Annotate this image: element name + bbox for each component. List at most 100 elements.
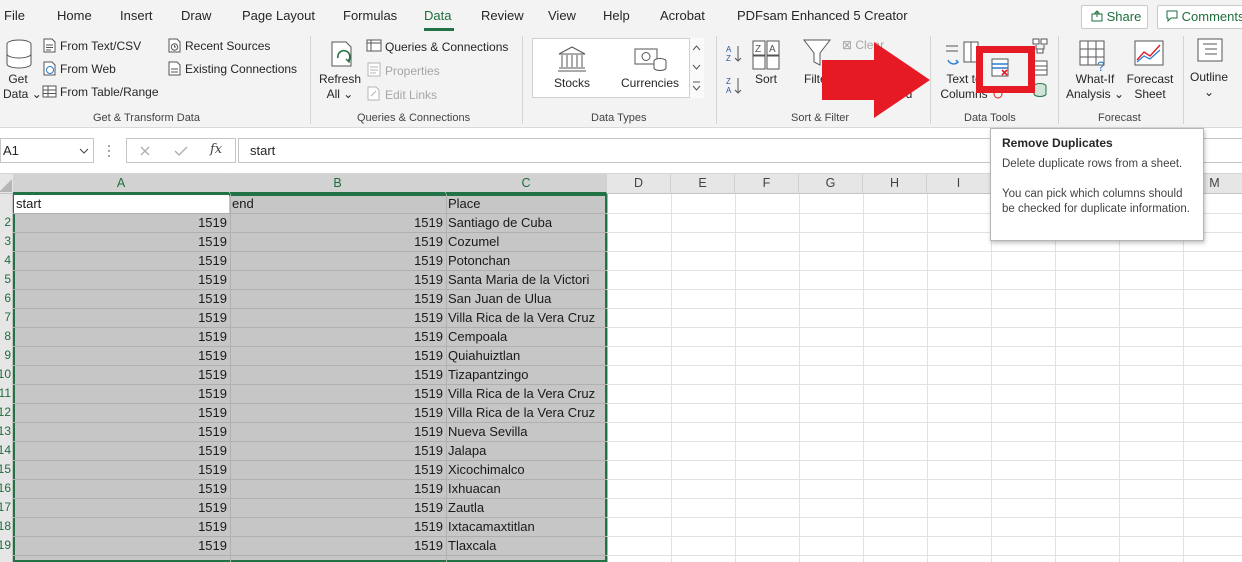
row-number[interactable]: 12	[0, 405, 11, 419]
cell-place[interactable]: Santa Maria de la Victori	[448, 270, 605, 289]
cell-start[interactable]: 1519	[16, 346, 227, 365]
cell-end[interactable]: 1519	[232, 327, 443, 346]
cell-place[interactable]: Cozumel	[448, 232, 605, 251]
tab-file[interactable]: File	[4, 8, 25, 23]
row-number[interactable]: 10	[0, 367, 11, 381]
cell-end[interactable]: 1519	[232, 232, 443, 251]
row-number[interactable]: 4	[4, 253, 11, 267]
cell-end[interactable]: 1519	[232, 536, 443, 555]
cell-start[interactable]: 1519	[16, 441, 227, 460]
insert-function-icon[interactable]: fx	[210, 142, 222, 157]
cell-end[interactable]: 1519	[232, 251, 443, 270]
edit-links-button[interactable]: Edit Links	[385, 88, 437, 102]
what-if-analysis-button[interactable]: What-If Analysis ⌄	[1066, 72, 1124, 102]
cell-start[interactable]: 1519	[16, 460, 227, 479]
name-box[interactable]: A1	[0, 138, 94, 163]
row-number[interactable]: 2	[4, 215, 11, 229]
cell-start[interactable]: 1519	[16, 536, 227, 555]
stocks-button[interactable]: Stocks	[548, 76, 596, 91]
tab-acrobat[interactable]: Acrobat	[660, 8, 705, 23]
cell-start[interactable]: 1519	[16, 213, 227, 232]
row-number[interactable]: 8	[4, 329, 11, 343]
column-header-a[interactable]: A	[13, 174, 230, 194]
worksheet-grid[interactable]: start end Place 1519 1519 Santiago de Cuba…	[13, 194, 1242, 562]
cell-end[interactable]: 1519	[232, 270, 443, 289]
tab-pdfsam[interactable]: PDFsam Enhanced 5 Creator	[737, 8, 908, 23]
cell-end[interactable]: 1519	[232, 479, 443, 498]
comments-button[interactable]: Comments	[1157, 5, 1242, 29]
cell-place[interactable]: Cempoala	[448, 327, 605, 346]
cell-place[interactable]: Tlaxcala	[448, 536, 605, 555]
row-number[interactable]: 16	[0, 481, 11, 495]
existing-connections-button[interactable]: Existing Connections	[185, 62, 297, 76]
cell-start[interactable]: 1519	[16, 403, 227, 422]
cell-end[interactable]: 1519	[232, 498, 443, 517]
row-number[interactable]: 7	[4, 310, 11, 324]
row-number[interactable]: 9	[4, 348, 11, 362]
tab-insert[interactable]: Insert	[120, 8, 153, 23]
tab-home[interactable]: Home	[57, 8, 92, 23]
cell-start[interactable]: 1519	[16, 365, 227, 384]
header-cell-start[interactable]: start	[16, 194, 226, 213]
row-number[interactable]: 17	[0, 500, 11, 514]
enter-icon[interactable]	[174, 145, 188, 157]
cell-start[interactable]: 1519	[16, 498, 227, 517]
cell-end[interactable]: 1519	[232, 346, 443, 365]
cell-start[interactable]: 1519	[16, 289, 227, 308]
cell-end[interactable]: 1519	[232, 422, 443, 441]
cell-start[interactable]: 1519	[16, 270, 227, 289]
row-number[interactable]: 5	[4, 272, 11, 286]
row-number[interactable]: 13	[0, 424, 11, 438]
row-number[interactable]: 15	[0, 462, 11, 476]
cell-end[interactable]: 1519	[232, 308, 443, 327]
sort-button[interactable]: Sort	[748, 72, 784, 87]
tab-review[interactable]: Review	[481, 8, 524, 23]
cell-start[interactable]: 1519	[16, 232, 227, 251]
column-header-e[interactable]: E	[671, 174, 735, 194]
row-number[interactable]: 6	[4, 291, 11, 305]
row-number[interactable]: 18	[0, 519, 11, 533]
cell-place[interactable]: Villa Rica de la Vera Cruz	[448, 308, 605, 327]
cell-start[interactable]: 1519	[16, 422, 227, 441]
from-web-button[interactable]: From Web	[60, 62, 116, 76]
currencies-button[interactable]: Currencies	[618, 76, 682, 91]
forecast-sheet-button[interactable]: Forecast Sheet	[1124, 72, 1176, 102]
recent-sources-button[interactable]: Recent Sources	[185, 39, 270, 53]
column-header-f[interactable]: F	[735, 174, 799, 194]
tab-formulas[interactable]: Formulas	[343, 8, 397, 23]
tab-draw[interactable]: Draw	[181, 8, 211, 23]
cell-place[interactable]: Xicochimalco	[448, 460, 605, 479]
cell-end[interactable]: 1519	[232, 460, 443, 479]
cell-place[interactable]: Nueva Sevilla	[448, 422, 605, 441]
from-table-range-button[interactable]: From Table/Range	[60, 85, 159, 99]
queries-connections-button[interactable]: Queries & Connections	[385, 40, 508, 54]
select-all-icon[interactable]	[0, 174, 13, 194]
cell-start[interactable]: 1519	[16, 327, 227, 346]
cell-end[interactable]: 1519	[232, 384, 443, 403]
cell-place[interactable]: Zautla	[448, 498, 605, 517]
cell-end[interactable]: 1519	[232, 403, 443, 422]
from-text-csv-button[interactable]: From Text/CSV	[60, 39, 141, 53]
cell-place[interactable]: Tizapantzingo	[448, 365, 605, 384]
cell-place[interactable]: San Juan de Ulua	[448, 289, 605, 308]
header-cell-end[interactable]: end	[232, 194, 442, 213]
column-header-g[interactable]: G	[799, 174, 863, 194]
cell-end[interactable]: 1519	[232, 213, 443, 232]
cell-end[interactable]: 1519	[232, 365, 443, 384]
tab-view[interactable]: View	[548, 8, 576, 23]
column-header-d[interactable]: D	[607, 174, 671, 194]
refresh-all-button[interactable]: Refresh All ⌄	[318, 72, 362, 102]
cell-place[interactable]: Ixhuacan	[448, 479, 605, 498]
properties-button[interactable]: Properties	[385, 64, 440, 78]
column-header-h[interactable]: H	[863, 174, 927, 194]
column-header-c[interactable]: C	[446, 174, 607, 194]
cell-place[interactable]: Villa Rica de la Vera Cruz	[448, 403, 605, 422]
data-types-scrollbar[interactable]	[689, 38, 704, 98]
tab-help[interactable]: Help	[603, 8, 630, 23]
cell-start[interactable]: 1519	[16, 517, 227, 536]
cell-place[interactable]: Potonchan	[448, 251, 605, 270]
share-button[interactable]: Share	[1081, 5, 1148, 29]
cell-end[interactable]: 1519	[232, 517, 443, 536]
tab-page-layout[interactable]: Page Layout	[242, 8, 315, 23]
cell-place[interactable]: Ixtacamaxtitlan	[448, 517, 605, 536]
